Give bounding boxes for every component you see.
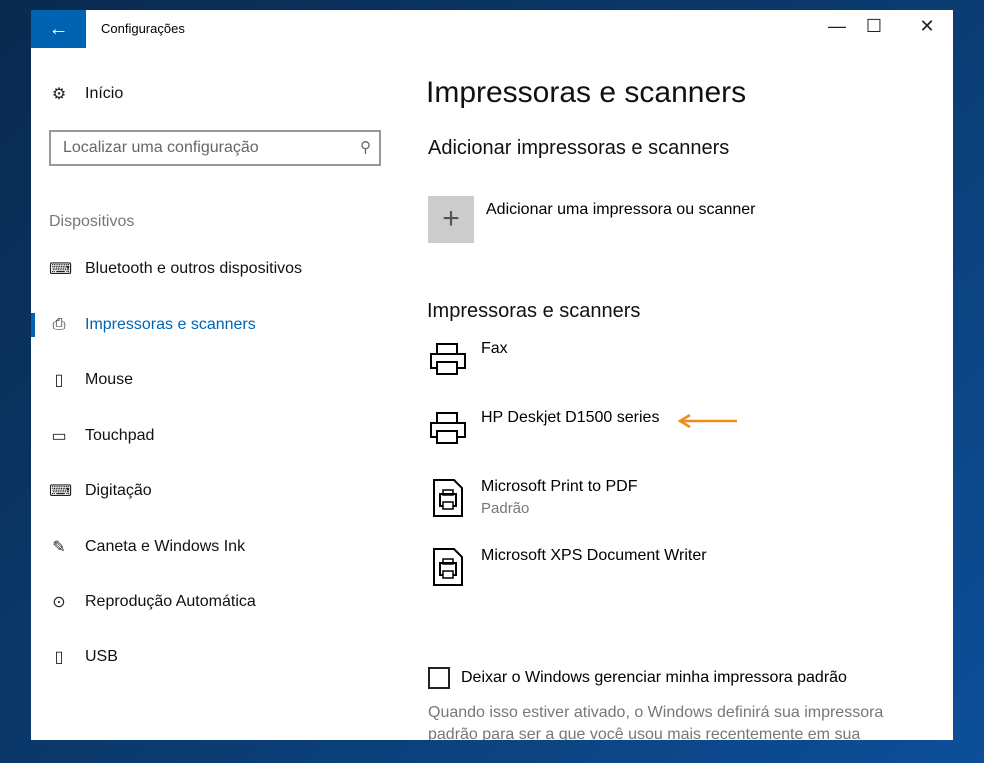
sidebar-item-pen[interactable]: ✎ Caneta e Windows Ink [31,527,391,567]
search-placeholder: Localizar uma configuração [63,139,259,156]
printer-icon [430,412,466,444]
document-printer-icon [433,548,463,586]
default-printer-checkbox[interactable] [428,667,450,689]
gear-icon: ⚙ [51,86,67,103]
printer-name: Fax [481,340,508,357]
sidebar-item-mouse[interactable]: ▯ Mouse [31,360,391,400]
sidebar-item-printers[interactable]: ⎙ Impressoras e scanners [31,305,391,345]
printers-heading: Impressoras e scanners [427,300,641,322]
sidebar-item-typing[interactable]: ⌨ Digitação [31,471,391,511]
bluetooth-devices-icon: ⌨ [49,261,73,278]
search-input[interactable]: Localizar uma configuração ⚲ [49,130,381,166]
printer-item[interactable]: Microsoft Print to PDF Padrão [428,478,908,528]
add-printer-button[interactable]: + [428,196,474,243]
document-printer-icon [433,479,463,517]
sidebar-item-label: Impressoras e scanners [85,316,256,333]
plus-icon: + [442,202,460,235]
pen-icon: ✎ [52,539,66,556]
sidebar-item-label: Mouse [85,371,134,388]
mouse-icon: ▯ [54,372,64,389]
add-printer-label[interactable]: Adicionar uma impressora ou scanner [486,201,755,219]
printer-icon [430,343,466,375]
close-button[interactable]: ✕ [907,16,947,37]
keyboard-icon: ⌨ [49,483,73,500]
maximize-button[interactable]: ☐ [854,16,894,37]
printer-item[interactable]: HP Deskjet D1500 series [428,409,908,459]
usb-icon: ▯ [54,649,64,666]
sidebar-item-label: Reprodução Automática [85,593,256,610]
printer-name: Microsoft Print to PDF [481,478,638,495]
settings-window: ← Configurações — ☐ ✕ ⚙ Início Localizar… [31,10,953,740]
autoplay-icon: ⊙ [52,594,66,611]
printer-item[interactable]: Microsoft XPS Document Writer [428,547,908,597]
sidebar-item-label: Caneta e Windows Ink [85,538,246,555]
window-title: Configurações [101,21,185,36]
sidebar-item-label: Digitação [85,482,152,499]
arrow-left-icon: ← [48,17,69,40]
section-heading: Dispositivos [49,213,135,230]
sidebar-item-bluetooth[interactable]: ⌨ Bluetooth e outros dispositivos [31,249,391,289]
printer-name: HP Deskjet D1500 series [481,409,660,426]
sidebar-home-label: Início [85,85,124,102]
back-button[interactable]: ← [31,10,86,48]
checkbox-description: Quando isso estiver ativado, o Windows d… [428,704,884,740]
printer-item[interactable]: Fax [428,340,908,390]
sidebar-item-label: Bluetooth e outros dispositivos [85,260,303,277]
sidebar-item-autoplay[interactable]: ⊙ Reprodução Automática [31,582,391,622]
printer-name: Microsoft XPS Document Writer [481,547,707,564]
orange-arrow-annotation [677,413,737,429]
touchpad-icon: ▭ [51,428,67,445]
checkbox-label[interactable]: Deixar o Windows gerenciar minha impress… [461,669,847,687]
sidebar-item-label: Touchpad [85,427,155,444]
sidebar-home[interactable]: ⚙ Início [31,74,391,114]
minimize-button[interactable]: — [817,16,857,37]
sidebar-item-usb[interactable]: ▯ USB [31,637,391,677]
printer-icon: ⎙ [52,316,66,333]
search-icon: ⚲ [360,139,371,156]
sidebar-item-touchpad[interactable]: ▭ Touchpad [31,416,391,456]
sidebar-item-label: USB [85,648,118,665]
page-title: Impressoras e scanners [426,76,747,109]
printer-status: Padrão [481,500,530,517]
add-heading: Adicionar impressoras e scanners [428,137,730,159]
